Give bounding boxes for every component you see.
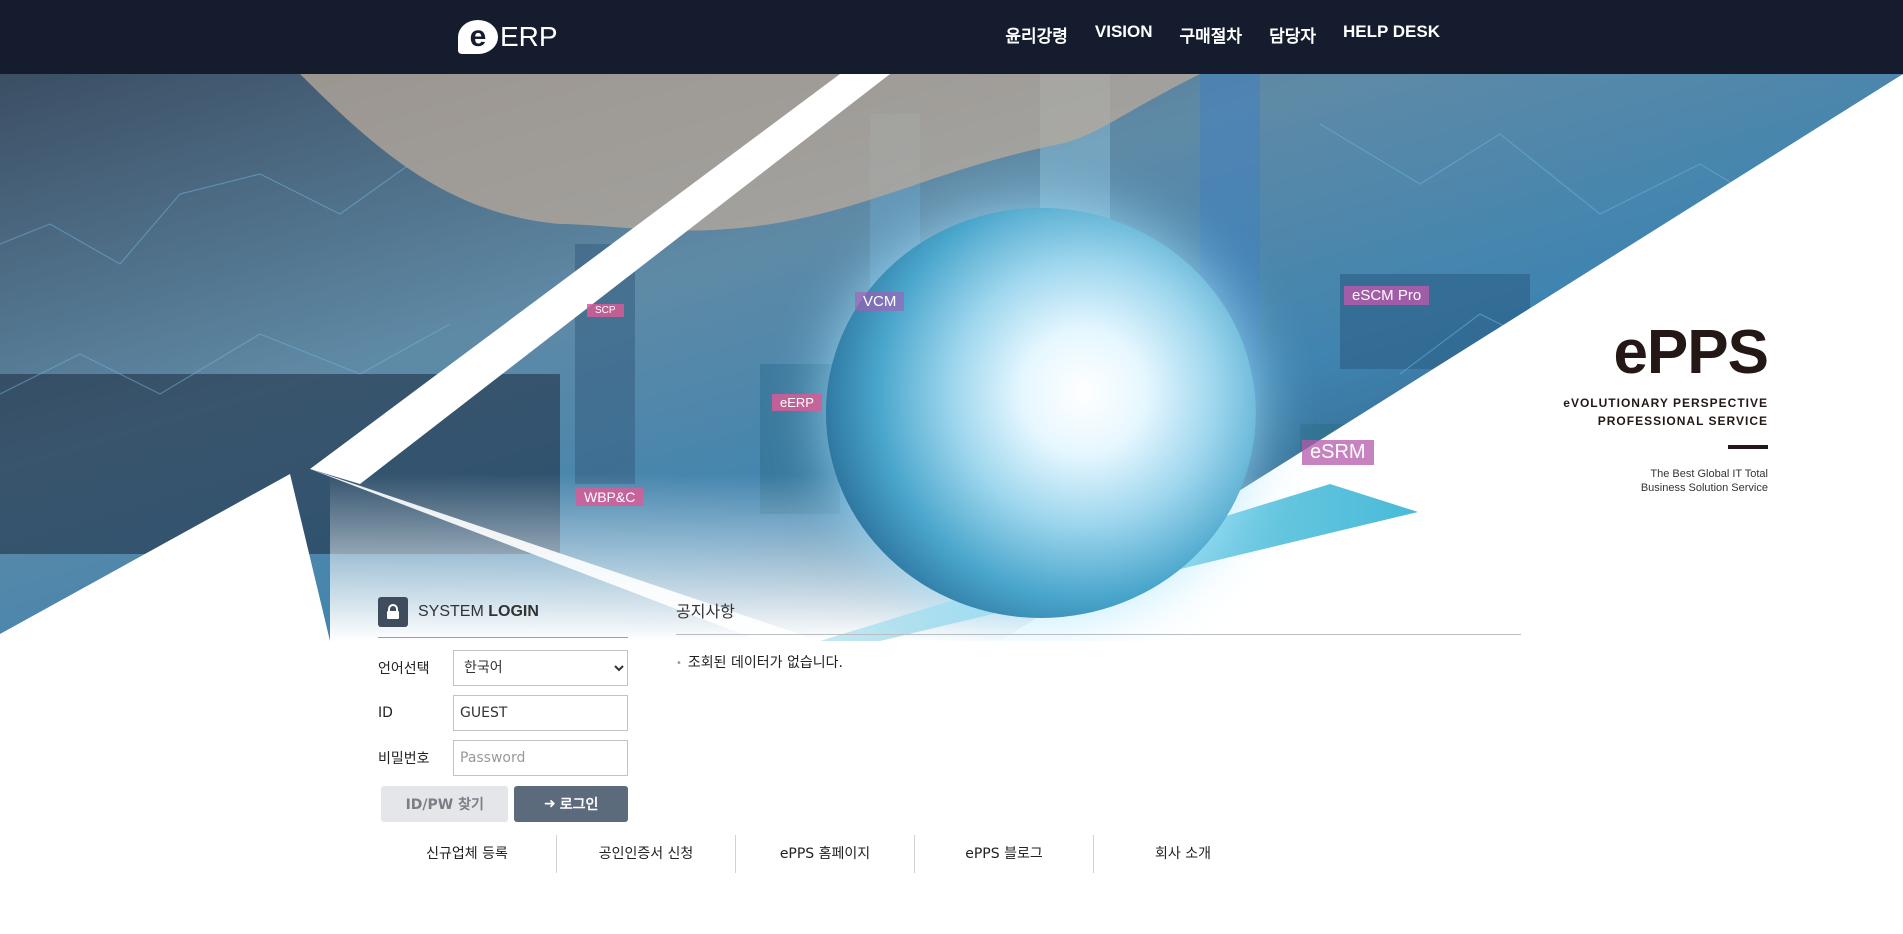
language-select[interactable]: 한국어 — [453, 650, 628, 686]
brand-divider — [1728, 445, 1768, 449]
brand-title: ePPS — [1613, 318, 1769, 387]
link-certificate-application[interactable]: 공인인증서 신청 — [557, 835, 736, 873]
link-company-intro[interactable]: 회사 소개 — [1094, 835, 1272, 873]
tag-escm-pro: eSCM Pro — [1344, 286, 1430, 305]
tag-eerp: eERP — [772, 394, 822, 411]
password-row: 비밀번호 — [378, 740, 628, 776]
lock-icon — [378, 597, 408, 627]
tag-vcm: VCM — [855, 292, 905, 311]
id-row: ID — [378, 695, 628, 731]
system-login-panel: SYSTEM LOGIN 언어선택 한국어 ID 비밀번호 ID/PW 찾기 ➜… — [378, 597, 628, 822]
password-label: 비밀번호 — [378, 751, 430, 767]
link-epps-homepage[interactable]: ePPS 홈페이지 — [736, 835, 915, 873]
login-button[interactable]: ➜ 로그인 — [514, 786, 628, 822]
nav-ethics[interactable]: 윤리강령 — [1005, 22, 1068, 47]
nav-purchase-procedure[interactable]: 구매절차 — [1180, 22, 1243, 47]
sign-in-icon: ➜ — [544, 796, 556, 812]
login-title: SYSTEM LOGIN — [418, 603, 539, 621]
id-input[interactable] — [453, 695, 628, 731]
notice-panel: 공지사항 조회된 데이터가 없습니다. — [676, 598, 1521, 672]
login-header: SYSTEM LOGIN — [378, 597, 628, 638]
erp-logo[interactable]: e ERP — [458, 18, 558, 56]
brand-sub-line1: eVOLUTIONARY PERSPECTIVE — [1563, 396, 1768, 410]
nav-contact-person[interactable]: 담당자 — [1269, 22, 1316, 47]
main-nav: 윤리강령 VISION 구매절차 담당자 HELP DESK — [1005, 22, 1440, 47]
globe-graphic — [826, 208, 1256, 618]
language-label: 언어선택 — [378, 661, 430, 677]
link-new-vendor-registration[interactable]: 신규업체 등록 — [378, 835, 557, 873]
brand-tagline-1: The Best Global IT Total — [1650, 468, 1768, 480]
brand-sub-line2: PROFESSIONAL SERVICE — [1597, 414, 1768, 428]
e-logo-icon: e — [458, 20, 498, 54]
nav-help-desk[interactable]: HELP DESK — [1343, 22, 1440, 47]
footer-links: 신규업체 등록 공인인증서 신청 ePPS 홈페이지 ePPS 블로그 회사 소… — [378, 835, 1272, 873]
link-epps-blog[interactable]: ePPS 블로그 — [915, 835, 1094, 873]
login-title-light: SYSTEM — [418, 603, 484, 620]
tag-scp: SCP — [587, 304, 624, 317]
tag-wbpc: WBP&C — [576, 488, 644, 506]
epps-brand: ePPS eVOLUTIONARY PERSPECTIVE PROFESSION… — [1563, 318, 1769, 495]
language-row: 언어선택 한국어 — [378, 650, 628, 686]
login-button-label: 로그인 — [559, 797, 599, 813]
logo-text: ERP — [500, 21, 558, 52]
notice-empty-message: 조회된 데이터가 없습니다. — [676, 652, 1521, 672]
top-navigation-bar: e ERP 윤리강령 VISION 구매절차 담당자 HELP DESK — [0, 0, 1903, 74]
brand-tagline-2: Business Solution Service — [1640, 482, 1768, 494]
nav-vision[interactable]: VISION — [1095, 22, 1153, 47]
tag-esrm: eSRM — [1302, 440, 1374, 465]
login-buttons: ID/PW 찾기 ➜ 로그인 — [381, 786, 628, 822]
notice-title: 공지사항 — [676, 598, 1521, 635]
find-id-pw-button[interactable]: ID/PW 찾기 — [381, 786, 509, 822]
login-title-bold: LOGIN — [488, 603, 539, 620]
password-input[interactable] — [453, 740, 628, 776]
id-label: ID — [378, 705, 393, 721]
